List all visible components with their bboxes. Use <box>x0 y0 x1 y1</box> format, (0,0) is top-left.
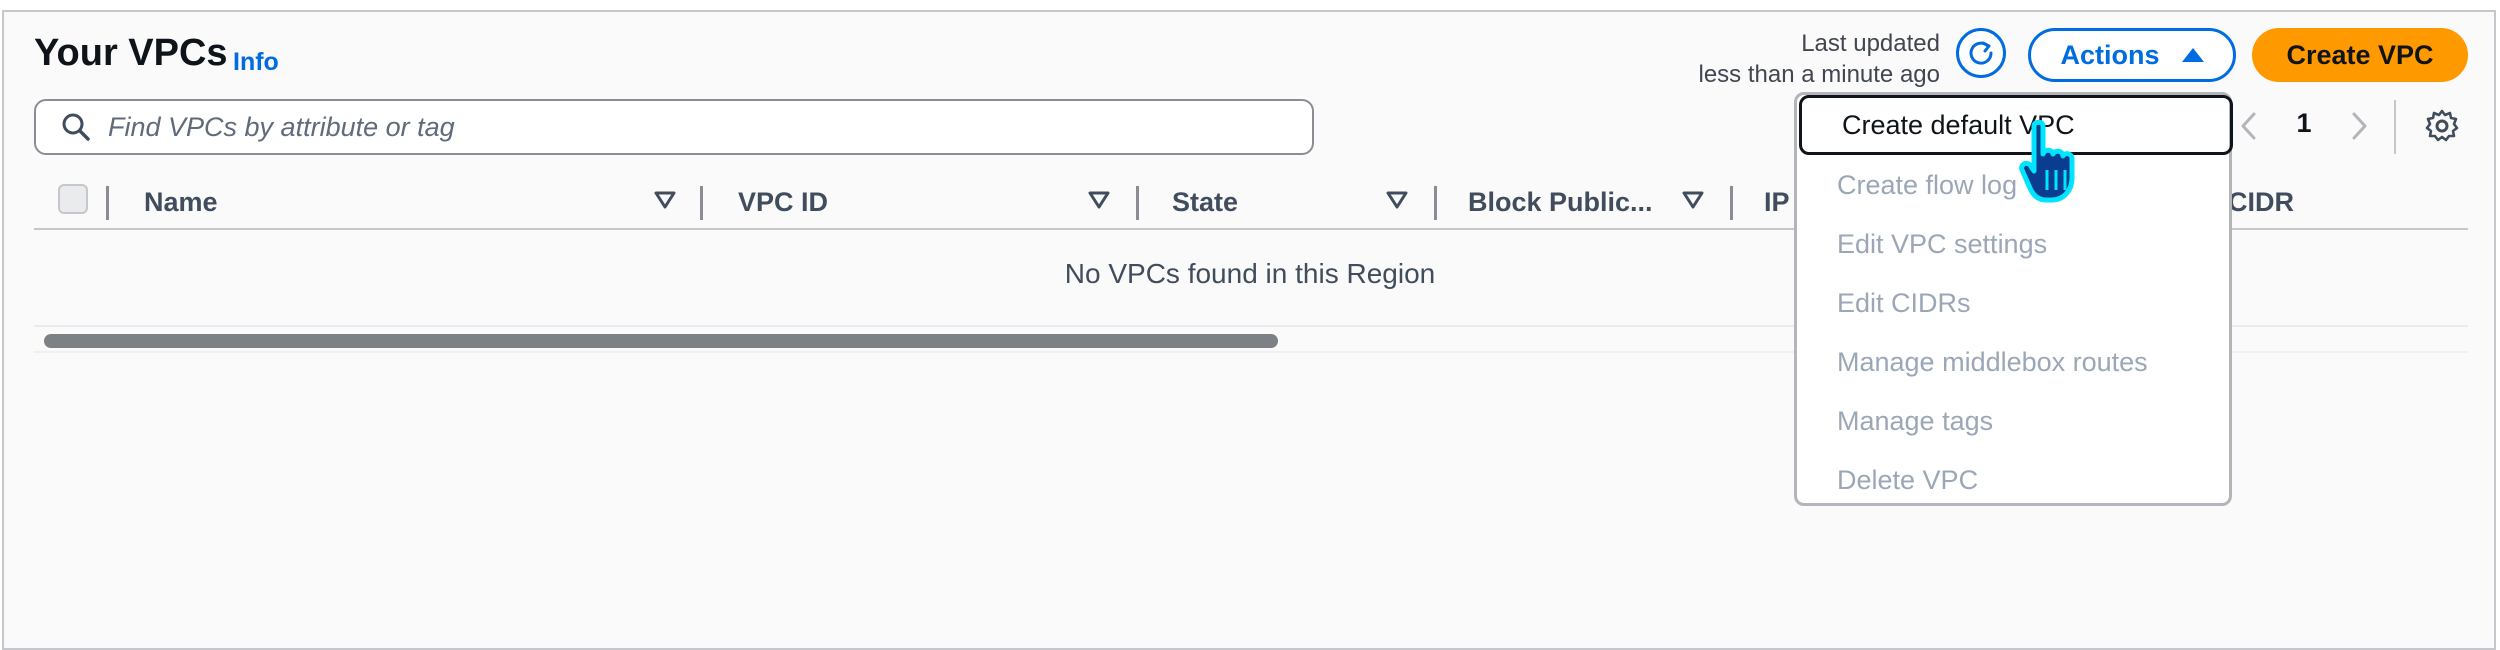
column-divider <box>106 186 109 220</box>
search-placeholder: Find VPCs by attribute or tag <box>108 111 455 142</box>
column-divider <box>1434 186 1437 220</box>
previous-page-button[interactable] <box>2236 108 2262 149</box>
create-vpc-button[interactable]: Create VPC <box>2252 28 2468 82</box>
search-input[interactable]: Find VPCs by attribute or tag <box>34 99 1314 155</box>
column-divider <box>700 186 703 220</box>
menu-item-delete-vpc[interactable]: Delete VPC <box>1797 451 2229 509</box>
column-label: CIDR <box>2228 186 2294 217</box>
sort-down-icon[interactable] <box>1088 190 1110 210</box>
actions-button[interactable]: Actions <box>2028 28 2236 82</box>
column-header-name[interactable]: Name <box>144 176 218 228</box>
column-label: VPC ID <box>738 186 829 217</box>
sort-down-icon[interactable] <box>1386 190 1408 210</box>
hand-pointer-icon <box>2019 120 2075 203</box>
horizontal-scrollbar[interactable] <box>44 334 1278 348</box>
menu-item-edit-cidrs[interactable]: Edit CIDRs <box>1797 274 2229 332</box>
column-divider <box>1136 186 1139 220</box>
caret-up-icon <box>2181 48 2204 62</box>
sort-down-icon[interactable] <box>654 190 676 210</box>
last-updated-text: Last updated less than a minute ago <box>1699 28 1941 90</box>
sort-down-icon[interactable] <box>1682 190 1704 210</box>
column-header-vpc-id[interactable]: VPC ID <box>738 176 828 228</box>
next-page-button[interactable] <box>2346 108 2372 149</box>
select-all-checkbox[interactable] <box>58 184 88 214</box>
menu-item-edit-vpc-settings[interactable]: Edit VPC settings <box>1797 215 2229 273</box>
page-title: Your VPCs <box>34 32 228 74</box>
info-link[interactable]: Info <box>233 48 279 77</box>
column-header-state[interactable]: State <box>1172 176 1238 228</box>
menu-item-manage-middlebox-routes[interactable]: Manage middlebox routes <box>1797 333 2229 391</box>
gear-icon <box>2425 109 2459 142</box>
last-updated-value: less than a minute ago <box>1698 61 1941 88</box>
column-label: IP <box>1764 186 1790 217</box>
column-header-cidr[interactable]: CIDR <box>2228 176 2294 228</box>
menu-item-manage-tags[interactable]: Manage tags <box>1797 392 2229 450</box>
menu-item-create-flow-log[interactable]: Create flow log <box>1797 156 2229 214</box>
column-header-block-public[interactable]: Block Public... <box>1468 176 1653 228</box>
column-divider <box>1730 186 1733 220</box>
current-page-number[interactable]: 1 <box>2292 108 2316 139</box>
preferences-button[interactable] <box>2424 108 2460 149</box>
refresh-button[interactable] <box>1956 28 2006 78</box>
actions-dropdown-menu: Create default VPC Create flow log Edit … <box>1794 92 2233 509</box>
menu-item-create-default-vpc[interactable]: Create default VPC <box>1799 95 2233 155</box>
refresh-icon <box>1969 41 1993 65</box>
column-label: Name <box>144 186 218 217</box>
last-updated-label: Last updated <box>1801 30 1940 57</box>
column-label: State <box>1172 186 1239 217</box>
chevron-right-icon <box>2352 112 2367 140</box>
chevron-left-icon <box>2241 112 2256 140</box>
actions-label: Actions <box>2060 39 2160 70</box>
column-header-ip[interactable]: IP <box>1764 176 1790 228</box>
column-label: Block Public... <box>1468 186 1653 217</box>
search-icon <box>56 107 96 147</box>
pager-divider <box>2394 100 2396 154</box>
